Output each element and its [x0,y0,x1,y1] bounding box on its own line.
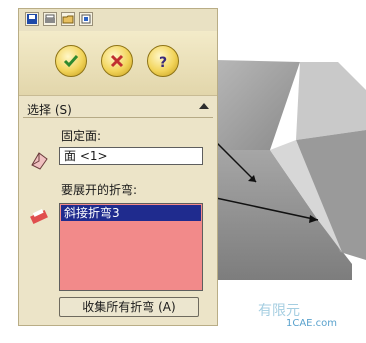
watermark-text: 有限元 [258,303,300,319]
arrow-2-head [309,215,318,223]
options-icon[interactable] [79,12,93,26]
section-title: 选择 (S) [27,103,72,117]
print-icon[interactable] [43,12,57,26]
bends-label: 要展开的折弯: [61,183,138,197]
part-face-lower [216,150,352,280]
section-header[interactable]: 选择 (S) [23,99,213,118]
panel-toolbar [19,9,217,32]
help-icon: ? [159,55,167,70]
arrow-1-head [248,175,256,182]
collapse-icon[interactable] [199,103,209,109]
bend-icon [30,209,48,225]
svg-text:?: ? [159,55,167,70]
watermark-site: 1CAE.com [286,318,338,329]
selection-section: 选择 (S) 固定面: 面 <1> 要展开的折弯: 斜接折弯3 收集所有折弯 (… [23,99,213,321]
bend-edge [270,140,342,252]
bend-list-item[interactable]: 斜接折弯3 [61,205,201,221]
screenshot: 有限元 1CAE.com ? 选择 (S) 固定面: 面 <1> 要展开的折弯:… [0,0,366,343]
bends-listbox[interactable]: 斜接折弯3 [59,203,203,291]
checkmark-icon [63,55,79,68]
property-manager: ? 选择 (S) 固定面: 面 <1> 要展开的折弯: 斜接折弯3 收集所有折弯… [18,8,218,326]
fixed-face-icon [31,152,48,170]
collect-all-bends-button[interactable]: 收集所有折弯 (A) [59,297,199,317]
part-face-left [216,60,300,150]
fixed-face-field[interactable]: 面 <1> [59,147,203,165]
part-face-top [296,62,366,140]
arrow-1 [215,141,257,183]
arrow-2 [215,197,319,221]
help-button[interactable]: ? [147,45,179,77]
ok-button[interactable] [55,45,87,77]
panel-banner: ? [19,31,217,96]
close-icon [110,54,124,68]
save-icon[interactable] [25,12,39,26]
cancel-button[interactable] [101,45,133,77]
part-face-right [296,130,366,260]
open-icon[interactable] [61,12,75,26]
fixed-face-label: 固定面: [61,129,102,143]
